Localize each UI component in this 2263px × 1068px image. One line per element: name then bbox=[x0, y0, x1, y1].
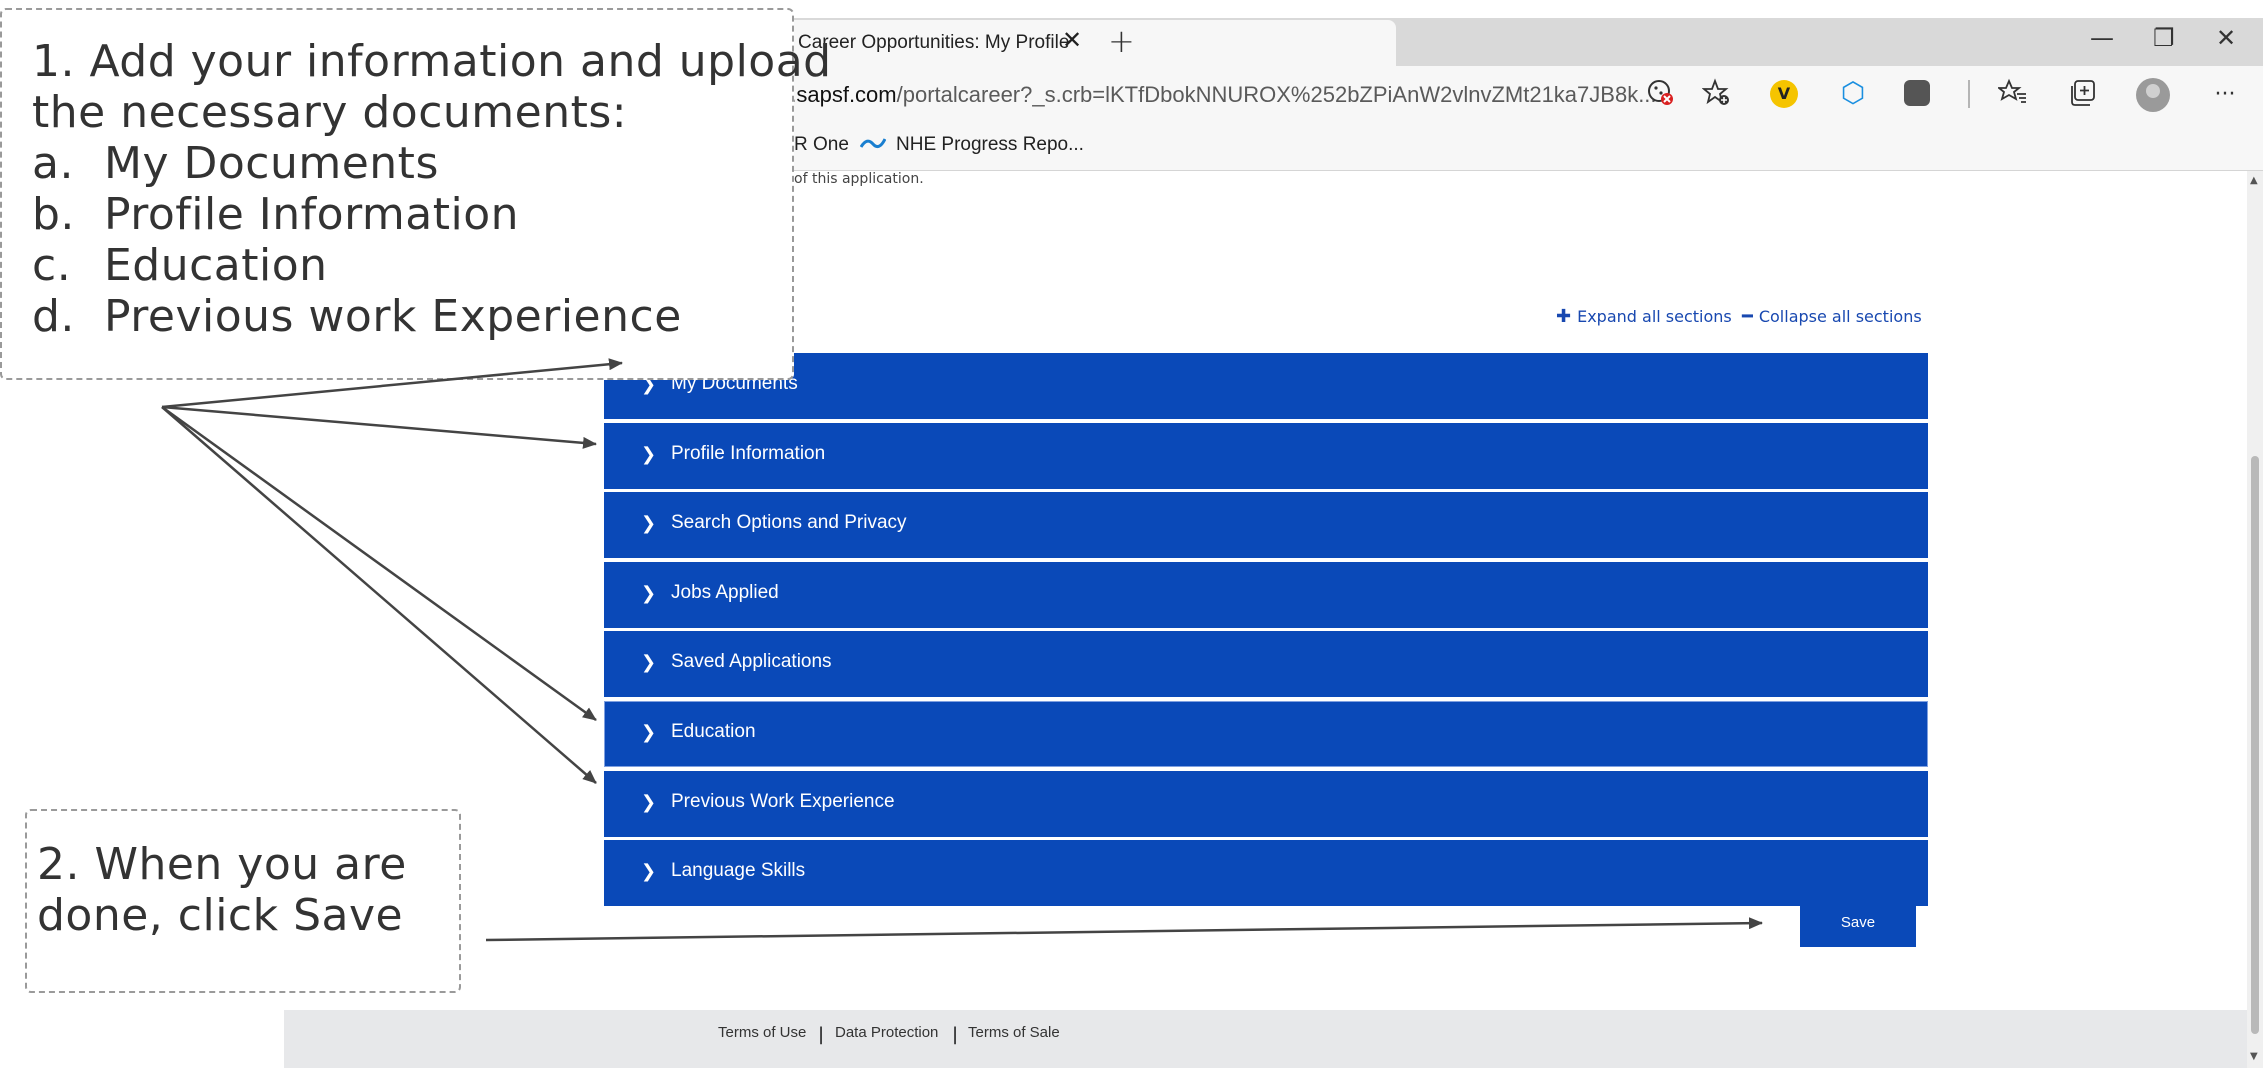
step1-line1: 1. Add your information and upload bbox=[32, 36, 832, 87]
collapse-all-link[interactable]: ━ Collapse all sections bbox=[1742, 306, 1922, 327]
scroll-thumb[interactable] bbox=[2251, 456, 2259, 1034]
section-saved-applications[interactable]: ❯ Saved Applications bbox=[604, 631, 1928, 697]
section-label: Saved Applications bbox=[671, 651, 832, 672]
section-label: Jobs Applied bbox=[671, 582, 779, 603]
step1-line2: the necessary documents: bbox=[32, 87, 628, 138]
collapse-all-label: Collapse all sections bbox=[1758, 307, 1922, 326]
active-tab[interactable]: Career Opportunities: My Profile ✕ bbox=[736, 20, 1396, 66]
section-my-documents[interactable]: ❯ My Documents bbox=[604, 353, 1928, 419]
page-note: ys of this application. bbox=[774, 171, 924, 187]
nhe-bookmark-icon bbox=[860, 138, 886, 149]
instruction-callout-step2: 2. When you are done, click Save bbox=[25, 809, 461, 993]
bookmark-nhe-progress[interactable]: NHE Progress Repo... bbox=[896, 134, 1084, 156]
chevron-right-icon: ❯ bbox=[641, 583, 657, 604]
minus-icon: ━ bbox=[1742, 306, 1753, 327]
extension-hexagon-icon[interactable]: ⬡ bbox=[1838, 78, 1868, 108]
footer-separator: | bbox=[952, 1024, 959, 1045]
terms-of-sale-link[interactable]: Terms of Sale bbox=[968, 1024, 1060, 1041]
footer-separator: | bbox=[818, 1024, 825, 1045]
extension-v-icon[interactable]: V bbox=[1770, 80, 1798, 108]
section-previous-work-experience[interactable]: ❯ Previous Work Experience bbox=[604, 771, 1928, 837]
step1-item-c: Education bbox=[104, 240, 328, 291]
section-language-skills[interactable]: ❯ Language Skills bbox=[604, 840, 1928, 906]
save-button[interactable]: Save bbox=[1800, 899, 1916, 947]
extension-icon[interactable] bbox=[1904, 80, 1930, 106]
vertical-scrollbar[interactable]: ▲ ▼ bbox=[2247, 171, 2263, 1068]
window-close-icon[interactable]: ✕ bbox=[2216, 24, 2236, 52]
section-label: Profile Information bbox=[671, 443, 826, 464]
section-label: Search Options and Privacy bbox=[671, 512, 907, 533]
step2-line1: 2. When you are bbox=[37, 839, 407, 890]
step1-item-d: Previous work Experience bbox=[104, 291, 682, 342]
new-tab-button[interactable]: + bbox=[1108, 22, 1135, 60]
section-education[interactable]: ❯ Education bbox=[604, 701, 1928, 767]
step1-item-b-marker: b. bbox=[32, 189, 75, 240]
bookmark-r-one[interactable]: R One bbox=[794, 134, 849, 156]
step2-line2: done, click Save bbox=[37, 890, 404, 941]
section-search-options[interactable]: ❯ Search Options and Privacy bbox=[604, 492, 1928, 558]
chevron-right-icon: ❯ bbox=[641, 722, 657, 743]
expand-all-label: Expand all sections bbox=[1577, 307, 1732, 326]
restore-icon[interactable]: ❐ bbox=[2153, 24, 2175, 52]
section-label: Language Skills bbox=[671, 860, 806, 881]
section-label: Previous Work Experience bbox=[671, 791, 895, 812]
profile-avatar[interactable] bbox=[2136, 78, 2170, 112]
instruction-callout-step1: 1. Add your information and upload the n… bbox=[0, 8, 831, 380]
chevron-right-icon: ❯ bbox=[641, 861, 657, 882]
expand-all-link[interactable]: ✚ Expand all sections bbox=[1556, 306, 1732, 327]
minimize-icon[interactable]: — bbox=[2090, 24, 2114, 52]
step1-item-b: Profile Information bbox=[104, 189, 519, 240]
section-jobs-applied[interactable]: ❯ Jobs Applied bbox=[604, 562, 1928, 628]
section-label: Education bbox=[671, 721, 756, 742]
page-footer: Terms of Use | Data Protection | Terms o… bbox=[284, 1010, 2247, 1068]
chevron-right-icon: ❯ bbox=[641, 513, 657, 534]
scroll-down-icon[interactable]: ▼ bbox=[2250, 1051, 2258, 1062]
data-protection-link[interactable]: Data Protection bbox=[835, 1024, 938, 1041]
tracking-prevention-icon[interactable] bbox=[1644, 78, 1678, 112]
tab-close-icon[interactable]: ✕ bbox=[1062, 26, 1082, 54]
url-path: /portalcareer?_s.crb=lKTfDbokNNUROX%252b… bbox=[896, 82, 1657, 107]
terms-of-use-link[interactable]: Terms of Use bbox=[718, 1024, 806, 1041]
add-favorite-icon[interactable] bbox=[1700, 78, 1734, 112]
step1-item-d-marker: d. bbox=[32, 291, 75, 342]
step1-item-a: My Documents bbox=[104, 138, 439, 189]
chevron-right-icon: ❯ bbox=[641, 444, 657, 465]
scroll-up-icon[interactable]: ▲ bbox=[2250, 175, 2258, 186]
step1-item-c-marker: c. bbox=[32, 240, 72, 291]
more-options-icon[interactable]: ··· bbox=[2208, 78, 2242, 112]
section-profile-information[interactable]: ❯ Profile Information bbox=[604, 423, 1928, 489]
address-bar[interactable]: 3.sapsf.com/portalcareer?_s.crb=lKTfDbok… bbox=[778, 82, 1657, 108]
step1-item-a-marker: a. bbox=[32, 138, 74, 189]
chevron-right-icon: ❯ bbox=[641, 792, 657, 813]
chevron-right-icon: ❯ bbox=[641, 652, 657, 673]
collections-icon[interactable] bbox=[2066, 78, 2100, 112]
tab-title: Career Opportunities: My Profile bbox=[798, 32, 1070, 53]
plus-icon: ✚ bbox=[1556, 306, 1572, 327]
favorites-icon[interactable] bbox=[1996, 78, 2030, 112]
toolbar-separator bbox=[1968, 80, 1970, 108]
